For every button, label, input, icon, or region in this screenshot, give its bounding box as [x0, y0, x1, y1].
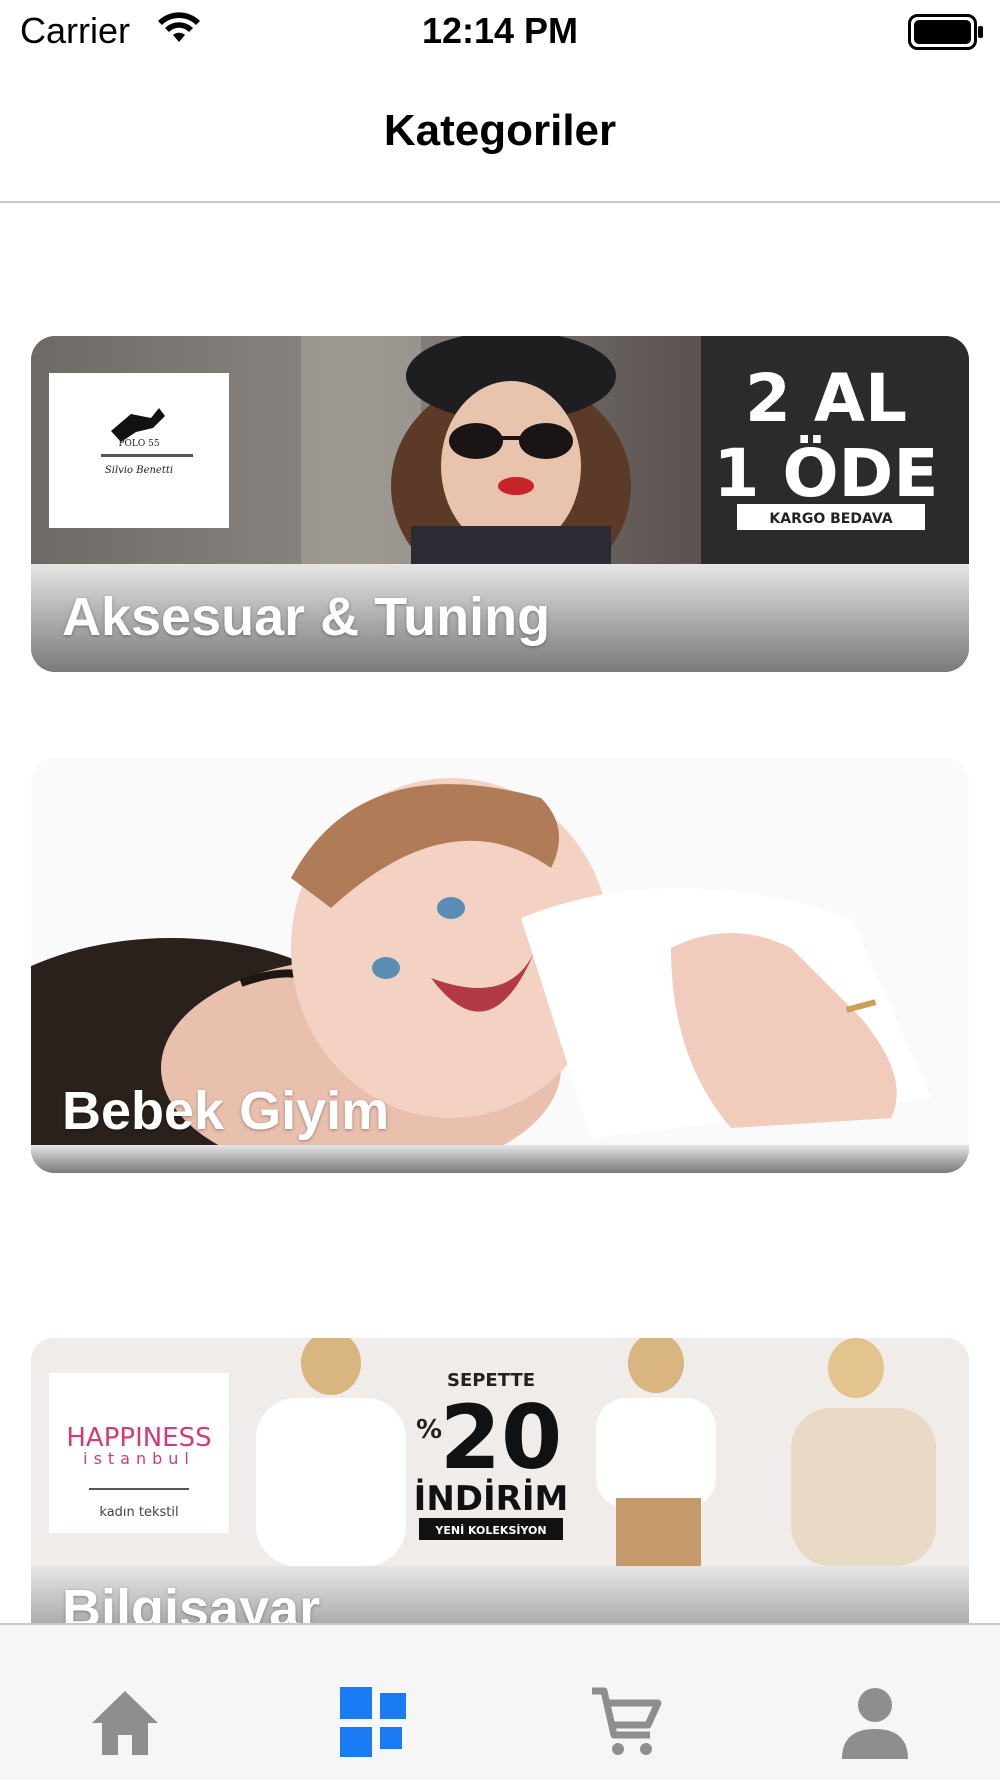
tab-cart[interactable] — [500, 1625, 750, 1780]
svg-text:kadın tekstil: kadın tekstil — [99, 1505, 178, 1520]
tab-profile[interactable] — [750, 1625, 1000, 1780]
svg-text:2 AL: 2 AL — [745, 360, 907, 437]
status-bar: Carrier 12:14 PM — [0, 0, 1000, 64]
category-banner-image: POLO 55 Silvio Benetti 2 AL 1 ÖDE KARGO … — [31, 336, 969, 564]
navigation-bar: Kategoriler — [0, 64, 1000, 203]
category-list[interactable]: POLO 55 Silvio Benetti 2 AL 1 ÖDE KARGO … — [0, 203, 1000, 1623]
tab-bar — [0, 1623, 1000, 1780]
tab-home[interactable] — [0, 1625, 250, 1780]
svg-text:YENİ KOLEKSİYON: YENİ KOLEKSİYON — [434, 1523, 546, 1537]
category-card-bilgisayar[interactable]: HAPPINESS istanbul kadın tekstil SEPETTE… — [31, 1338, 969, 1623]
svg-text:KARGO BEDAVA: KARGO BEDAVA — [769, 511, 892, 527]
category-card-aksesuar[interactable]: POLO 55 Silvio Benetti 2 AL 1 ÖDE KARGO … — [31, 336, 969, 672]
category-card-bebek-giyim[interactable]: Bebek Giyim — [31, 758, 969, 1173]
cart-icon — [592, 1687, 662, 1755]
category-title: Bebek Giyim — [62, 1081, 390, 1141]
category-title: Bilgisayar — [62, 1579, 321, 1623]
svg-text:Silvio Benetti: Silvio Benetti — [105, 465, 173, 476]
tab-categories[interactable] — [250, 1625, 500, 1780]
person-icon — [842, 1688, 908, 1759]
page-title: Kategoriler — [383, 106, 617, 155]
category-banner-image: HAPPINESS istanbul kadın tekstil SEPETTE… — [31, 1338, 969, 1566]
svg-text:istanbul: istanbul — [83, 1449, 195, 1468]
category-label-bar — [31, 1145, 969, 1173]
svg-text:%: % — [416, 1415, 442, 1445]
svg-text:İNDİRİM: İNDİRİM — [414, 1478, 569, 1519]
category-title: Aksesuar & Tuning — [62, 587, 551, 647]
brand-logo-text: POLO 55 — [118, 439, 159, 449]
svg-text:1 ÖDE: 1 ÖDE — [714, 435, 939, 512]
svg-text:20: 20 — [440, 1386, 562, 1489]
battery-icon — [908, 14, 983, 50]
home-icon — [92, 1691, 158, 1755]
status-time: 12:14 PM — [421, 10, 579, 51]
grid-icon — [340, 1687, 406, 1757]
